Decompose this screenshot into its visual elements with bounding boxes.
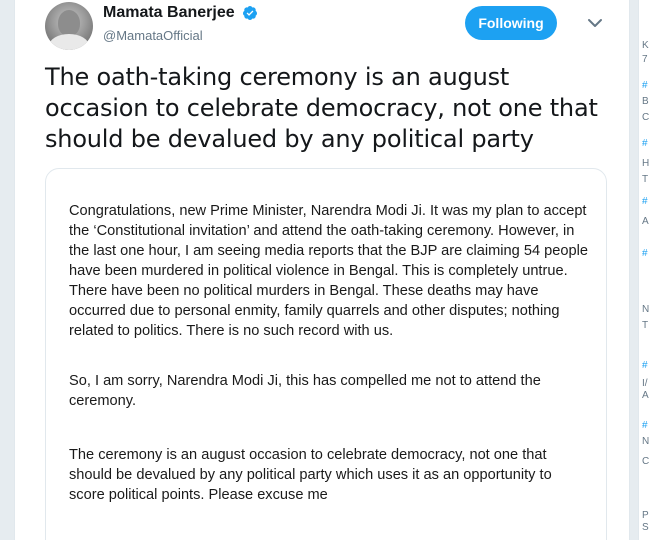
author-handle[interactable]: @MamataOfficial bbox=[103, 28, 258, 43]
letter-image-text: Congratulations, new Prime Minister, Nar… bbox=[69, 201, 589, 505]
sidebar-trend-fragment[interactable]: A bbox=[642, 390, 650, 402]
sidebar-trend-fragment[interactable]: T bbox=[642, 320, 650, 332]
following-button[interactable]: Following bbox=[465, 6, 557, 40]
tweet-text: The oath-taking ceremony is an august oc… bbox=[45, 63, 598, 153]
sidebar-trend-fragment[interactable]: N bbox=[642, 436, 650, 448]
letter-paragraph-2: So, I am sorry, Narendra Modi Ji, this h… bbox=[69, 373, 541, 409]
sidebar-trend-fragment[interactable]: I/ bbox=[642, 378, 650, 390]
verified-badge-icon bbox=[243, 6, 258, 20]
sidebar-trend-fragment[interactable]: # bbox=[642, 420, 650, 432]
sidebar-trend-fragment[interactable]: # bbox=[642, 360, 650, 372]
left-background-strip bbox=[0, 0, 14, 540]
sidebar-trend-fragment[interactable]: T bbox=[642, 174, 650, 186]
sidebar-trend-fragment[interactable]: # bbox=[642, 248, 650, 260]
sidebar-trend-fragment[interactable]: H bbox=[642, 158, 650, 170]
sidebar-trend-fragment[interactable]: # bbox=[642, 196, 650, 208]
avatar[interactable] bbox=[45, 2, 93, 50]
sidebar-trend-fragment[interactable]: C bbox=[642, 456, 650, 468]
sidebar-trend-fragment[interactable]: N bbox=[642, 304, 650, 316]
tweet-card: Mamata Banerjee @MamataOfficial Followin… bbox=[14, 0, 630, 540]
sidebar-trend-fragment[interactable]: # bbox=[642, 80, 650, 92]
sidebar-trend-fragment[interactable]: P bbox=[642, 510, 650, 522]
sidebar-trend-fragment[interactable]: S bbox=[642, 522, 650, 534]
sidebar-trend-fragment[interactable]: # bbox=[642, 138, 650, 150]
avatar-face bbox=[58, 10, 80, 36]
sidebar-trend-fragment[interactable]: A bbox=[642, 216, 650, 228]
page: Mamata Banerjee @MamataOfficial Followin… bbox=[0, 0, 650, 540]
avatar-body bbox=[49, 34, 89, 50]
tweet-image-card[interactable]: Congratulations, new Prime Minister, Nar… bbox=[45, 168, 607, 540]
author-block: Mamata Banerjee @MamataOfficial bbox=[103, 4, 258, 43]
letter-paragraph-1: Congratulations, new Prime Minister, Nar… bbox=[69, 203, 588, 339]
sidebar-trend-fragment[interactable]: C bbox=[642, 112, 650, 124]
right-sidebar-strip: K 7 # B C # H T # A # N T # I/A # N C P S bbox=[638, 0, 650, 540]
chevron-down-icon[interactable] bbox=[587, 16, 603, 30]
sidebar-trend-fragment[interactable]: B bbox=[642, 96, 650, 108]
letter-paragraph-3: The ceremony is an august occasion to ce… bbox=[69, 447, 552, 503]
sidebar-trend-fragment[interactable]: 7 bbox=[642, 54, 650, 66]
sidebar-trend-fragment[interactable]: K bbox=[642, 40, 650, 52]
author-name[interactable]: Mamata Banerjee bbox=[103, 4, 235, 22]
